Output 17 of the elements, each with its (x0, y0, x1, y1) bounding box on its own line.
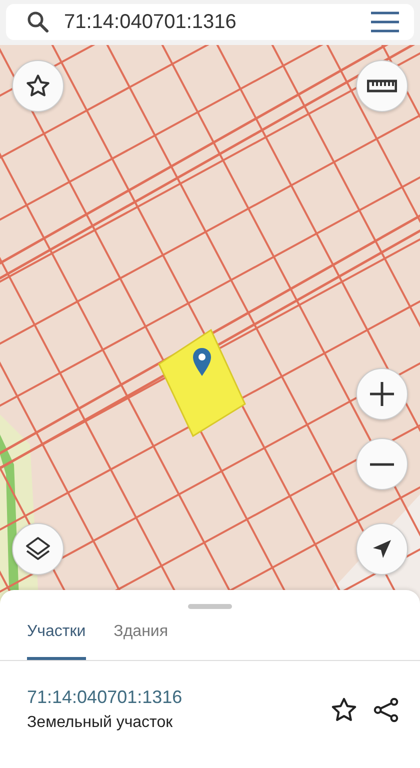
object-type: Земельный участок (27, 714, 174, 732)
share-icon[interactable] (372, 696, 400, 724)
cadastral-number[interactable]: 71:14:040701:1316 (27, 687, 316, 708)
minus-icon (368, 462, 396, 466)
tab[interactable]: Участки (27, 617, 86, 660)
map-pin-icon (192, 347, 212, 377)
plus-icon (368, 380, 396, 408)
parcel-highlight[interactable] (157, 328, 247, 438)
star-icon[interactable] (330, 696, 358, 724)
star-icon (25, 73, 51, 99)
layers-icon (24, 535, 52, 563)
drag-handle[interactable] (188, 604, 232, 609)
search-field[interactable]: 71:14:040701:1316 (6, 4, 414, 40)
menu-icon[interactable] (370, 11, 400, 33)
search-icon[interactable] (26, 10, 50, 34)
ruler-icon (367, 78, 397, 94)
tab[interactable]: Здания (114, 617, 168, 660)
